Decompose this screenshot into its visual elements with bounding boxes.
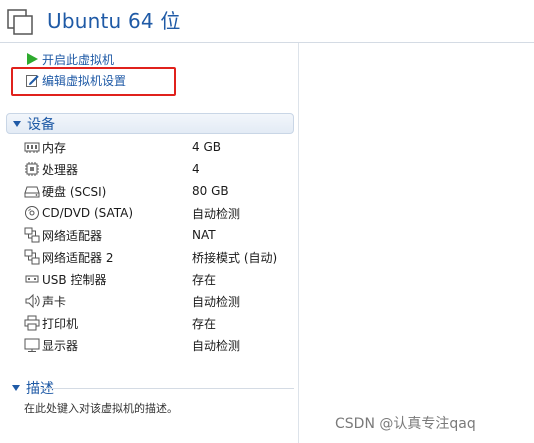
device-name: 网络适配器 bbox=[42, 228, 103, 243]
panel-divider bbox=[298, 43, 299, 443]
usb-icon bbox=[24, 271, 40, 287]
network-adapter-icon bbox=[24, 227, 40, 243]
device-row-processor[interactable]: 处理器 4 bbox=[0, 158, 298, 180]
device-value: 自动检测 bbox=[192, 338, 241, 353]
devices-section-header[interactable]: 设备 bbox=[6, 113, 294, 134]
device-row-display[interactable]: 显示器 自动检测 bbox=[0, 334, 298, 356]
watermark: CSDN @认真专注qaq bbox=[335, 416, 476, 432]
device-row-hard-disk[interactable]: 硬盘 (SCSI) 80 GB bbox=[0, 180, 298, 202]
device-value: 存在 bbox=[192, 316, 217, 331]
device-name: 内存 bbox=[42, 140, 67, 155]
device-row-printer[interactable]: 打印机 存在 bbox=[0, 312, 298, 334]
device-value: NAT bbox=[192, 228, 216, 242]
device-value: 4 GB bbox=[192, 140, 221, 154]
device-name: 显示器 bbox=[42, 338, 79, 353]
vm-window-icon bbox=[7, 9, 33, 35]
network-adapter-icon bbox=[24, 249, 40, 265]
device-row-memory[interactable]: 内存 4 GB bbox=[0, 136, 298, 158]
device-name: 网络适配器 2 bbox=[42, 250, 114, 265]
description-input[interactable]: 在此处键入对该虚拟机的描述。 bbox=[24, 400, 178, 416]
printer-icon bbox=[24, 315, 40, 331]
collapse-triangle-icon bbox=[13, 120, 21, 127]
device-name: CD/DVD (SATA) bbox=[42, 206, 134, 220]
device-value: 桥接模式 (自动) bbox=[192, 250, 278, 265]
edit-vm-settings-link[interactable]: 编辑虚拟机设置 bbox=[24, 71, 126, 89]
collapse-triangle-icon bbox=[12, 385, 20, 391]
device-row-network-adapter-2[interactable]: 网络适配器 2 桥接模式 (自动) bbox=[0, 246, 298, 268]
device-value: 自动检测 bbox=[192, 294, 241, 309]
device-name: 声卡 bbox=[42, 294, 67, 309]
device-value: 80 GB bbox=[192, 184, 229, 198]
device-name: 处理器 bbox=[42, 162, 79, 177]
device-row-network-adapter[interactable]: 网络适配器 NAT bbox=[0, 224, 298, 246]
description-divider bbox=[40, 388, 294, 389]
device-row-cd-dvd[interactable]: CD/DVD (SATA) 自动检测 bbox=[0, 202, 298, 224]
device-name: 硬盘 (SCSI) bbox=[42, 184, 107, 199]
device-value: 4 bbox=[192, 162, 200, 176]
devices-section-title: 设备 bbox=[27, 116, 55, 133]
cd-dvd-icon bbox=[24, 205, 40, 221]
device-row-sound-card[interactable]: 声卡 自动检测 bbox=[0, 290, 298, 312]
device-row-usb-controller[interactable]: USB 控制器 存在 bbox=[0, 268, 298, 290]
edit-vm-settings-label: 编辑虚拟机设置 bbox=[42, 73, 127, 88]
device-name: 打印机 bbox=[42, 316, 79, 331]
speaker-icon bbox=[24, 293, 40, 309]
power-on-vm-link[interactable]: 开启此虚拟机 bbox=[24, 50, 114, 68]
vm-header: Ubuntu 64 位 bbox=[0, 0, 534, 42]
hard-disk-icon bbox=[24, 183, 40, 199]
power-on-vm-label: 开启此虚拟机 bbox=[42, 52, 115, 67]
monitor-icon bbox=[24, 337, 40, 353]
device-list: 内存 4 GB 处理器 4 硬盘 (SCSI) 80 GB CD/DVD (SA… bbox=[0, 136, 298, 356]
device-name: USB 控制器 bbox=[42, 272, 107, 287]
vm-title: Ubuntu 64 位 bbox=[47, 9, 181, 33]
memory-icon bbox=[24, 139, 40, 155]
device-value: 存在 bbox=[192, 272, 217, 287]
play-icon bbox=[24, 51, 40, 67]
cpu-icon bbox=[24, 161, 40, 177]
edit-settings-icon bbox=[24, 72, 40, 88]
device-value: 自动检测 bbox=[192, 206, 241, 221]
